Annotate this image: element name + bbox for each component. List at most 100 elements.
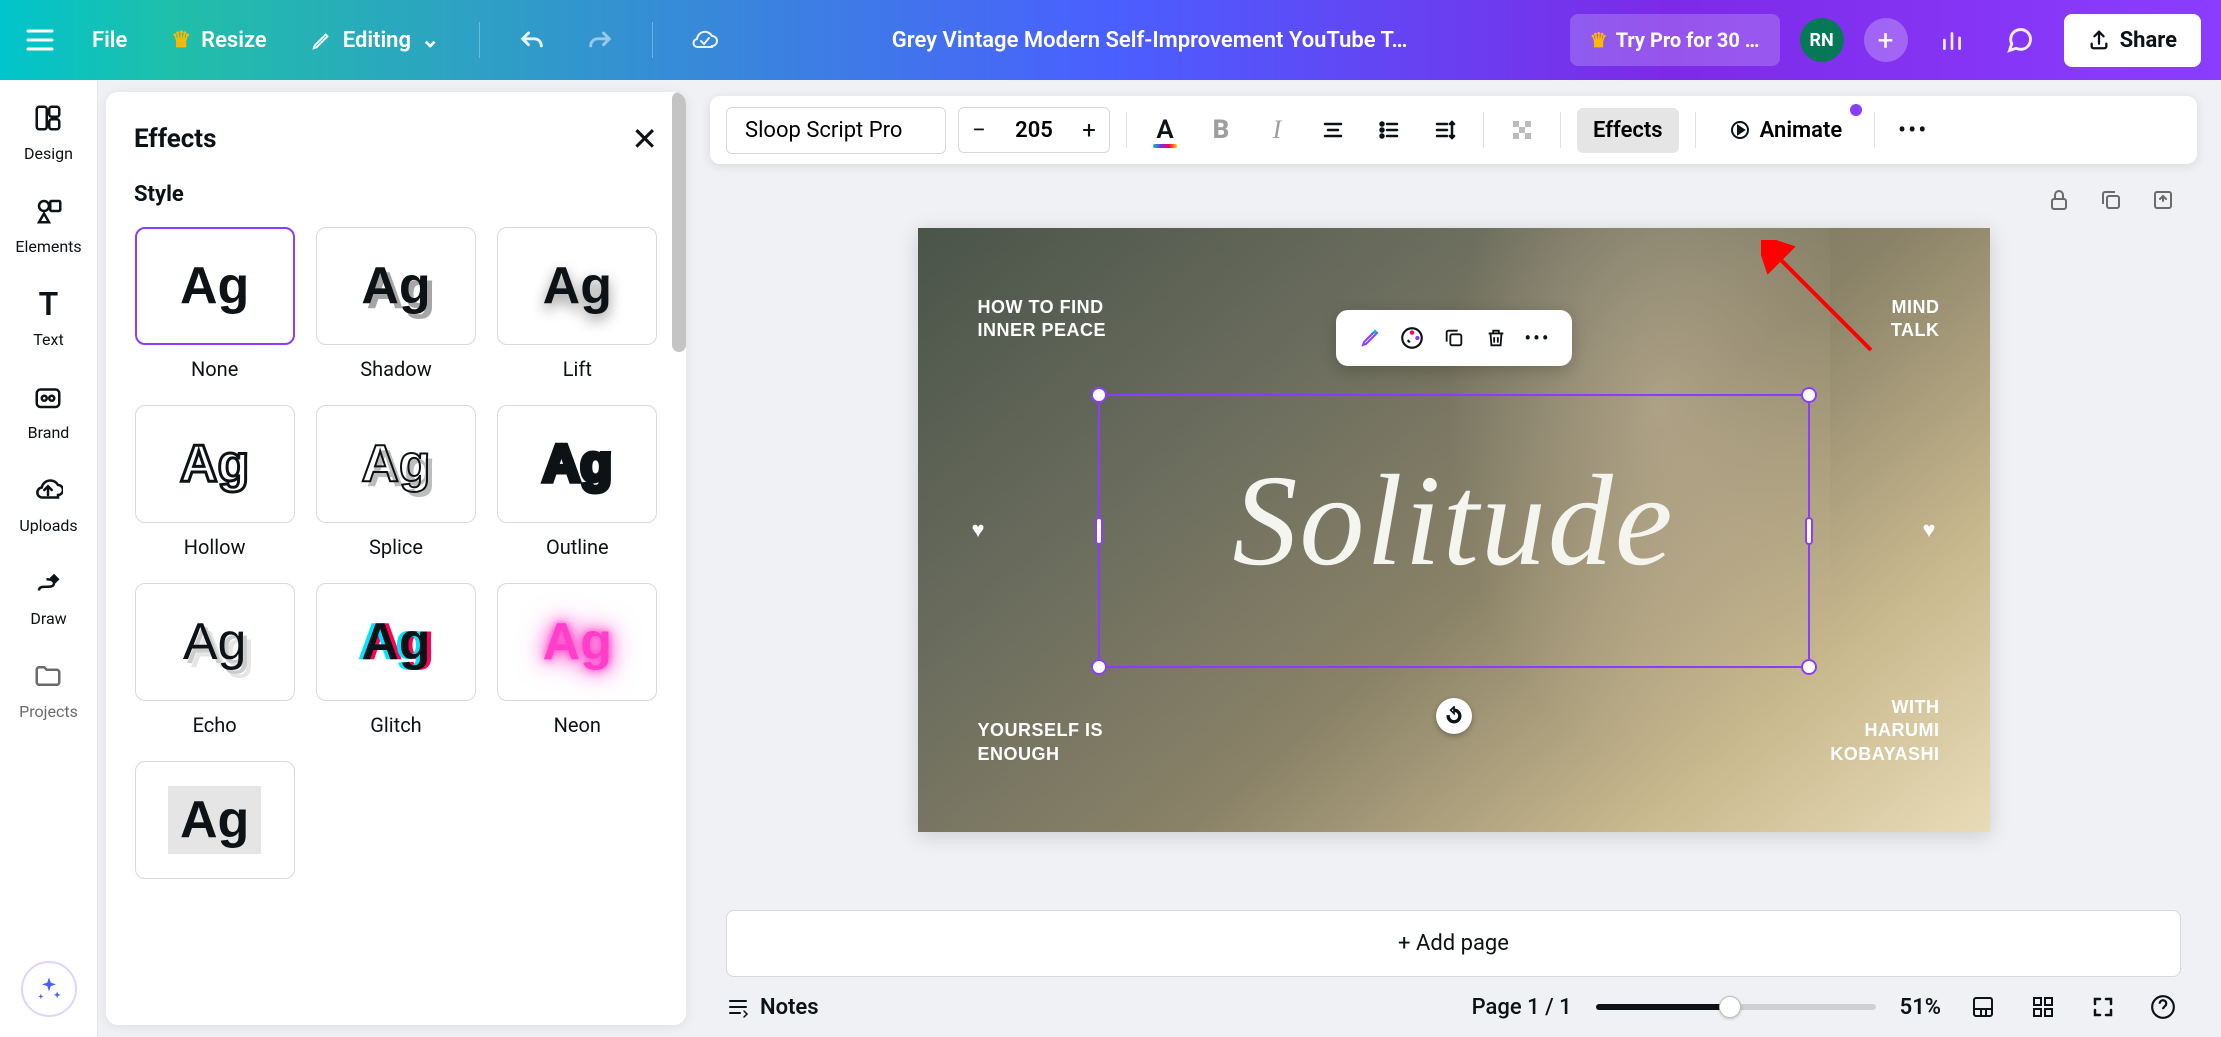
zoom-slider[interactable] [1596, 1004, 1876, 1010]
redo-button[interactable] [576, 16, 624, 64]
chevron-down-icon: ⌄ [421, 28, 439, 53]
rail-brand[interactable]: Brand [28, 379, 70, 442]
export-page-icon[interactable] [2145, 182, 2181, 218]
selection-box[interactable] [1098, 394, 1810, 668]
text-icon: T [31, 286, 67, 322]
rail-elements[interactable]: Elements [15, 193, 81, 256]
artboard[interactable]: HOW TO FIND INNER PEACE MIND TALK YOURSE… [918, 228, 1990, 832]
style-outline[interactable]: Ag Outline [497, 405, 658, 559]
rotate-handle[interactable] [1436, 698, 1472, 734]
share-button[interactable]: Share [2064, 14, 2201, 67]
file-menu[interactable]: File [80, 20, 139, 61]
resize-button[interactable]: ♛ Resize [159, 20, 278, 61]
style-echo[interactable]: Ag Echo [134, 583, 295, 737]
bottom-bar: Notes Page 1 / 1 51% [686, 977, 2221, 1037]
magic-button[interactable] [21, 961, 77, 1017]
handle-mid-right[interactable] [1805, 517, 1813, 545]
more-icon[interactable]: ••• [1520, 320, 1556, 356]
uploads-icon [30, 472, 66, 508]
panel-title: Effects [134, 124, 216, 154]
handle-top-left[interactable] [1091, 387, 1107, 403]
handle-mid-left[interactable] [1095, 517, 1103, 545]
animate-button[interactable]: Animate [1712, 108, 1859, 153]
undo-button[interactable] [508, 16, 556, 64]
list-button[interactable] [1367, 108, 1411, 152]
rail-text[interactable]: T Text [31, 286, 67, 349]
style-hollow[interactable]: Ag Hollow [134, 405, 295, 559]
text-top-left[interactable]: HOW TO FIND INNER PEACE [978, 296, 1107, 343]
text-bottom-right[interactable]: WITH HARUMI KOBAYASHI [1830, 696, 1939, 766]
canvas-area: Sloop Script Pro − 205 + A B I [686, 80, 2221, 1037]
try-pro-button[interactable]: ♛ Try Pro for 30 … [1570, 14, 1780, 66]
style-neon[interactable]: Ag Neon [497, 583, 658, 737]
design-icon [30, 100, 66, 136]
font-color-button[interactable]: A [1143, 108, 1187, 152]
style-none[interactable]: Ag None [134, 227, 295, 381]
rail-design[interactable]: Design [24, 100, 73, 163]
font-selector[interactable]: Sloop Script Pro [726, 107, 946, 154]
text-top-right[interactable]: MIND TALK [1891, 296, 1940, 343]
handle-bottom-left[interactable] [1091, 659, 1107, 675]
elements-icon [31, 193, 67, 229]
spacing-button[interactable] [1423, 108, 1467, 152]
more-options-button[interactable]: ••• [1891, 108, 1935, 152]
grid-view-icon[interactable] [1965, 989, 2001, 1025]
rail-projects[interactable]: Projects [19, 658, 78, 721]
style-lift[interactable]: Ag Lift [497, 227, 658, 381]
bold-button[interactable]: B [1199, 108, 1243, 152]
left-rail: Design Elements T Text Brand Uploads Dra… [0, 80, 98, 1037]
handle-bottom-right[interactable] [1801, 659, 1817, 675]
floating-toolbar: ••• [1336, 310, 1572, 366]
thumbnail-view-icon[interactable] [2025, 989, 2061, 1025]
italic-button[interactable]: I [1255, 108, 1299, 152]
effects-panel: Effects ✕ Style Ag None Ag Shadow Ag Lif… [106, 92, 686, 1025]
color-palette-icon[interactable] [1394, 320, 1430, 356]
page-indicator[interactable]: Page 1 / 1 [1472, 995, 1572, 1020]
text-bottom-left[interactable]: YOURSELF IS ENOUGH [978, 719, 1104, 766]
add-page-button[interactable]: + Add page [726, 910, 2181, 977]
scrollbar[interactable] [672, 92, 686, 352]
menu-icon[interactable] [20, 20, 60, 60]
font-size-value[interactable]: 205 [999, 118, 1069, 143]
increase-size-button[interactable]: + [1069, 108, 1109, 152]
style-background[interactable]: Ag [134, 761, 295, 891]
magic-edit-icon[interactable] [1352, 320, 1388, 356]
close-icon[interactable]: ✕ [631, 120, 658, 158]
zoom-percent[interactable]: 51% [1900, 995, 1941, 1020]
cloud-status-icon[interactable] [681, 16, 729, 64]
avatar[interactable]: RN [1800, 18, 1844, 62]
rail-uploads[interactable]: Uploads [19, 472, 77, 535]
editor-toolbar: Sloop Script Pro − 205 + A B I [710, 96, 2197, 164]
style-splice[interactable]: Ag Splice [315, 405, 476, 559]
help-icon[interactable] [2145, 989, 2181, 1025]
effects-button[interactable]: Effects [1577, 108, 1679, 153]
comment-icon[interactable] [1996, 16, 2044, 64]
animate-icon [1728, 118, 1752, 142]
handle-top-right[interactable] [1801, 387, 1817, 403]
trash-icon[interactable] [1478, 320, 1514, 356]
document-title[interactable]: Grey Vintage Modern Self-Improvement You… [749, 28, 1549, 53]
rail-draw[interactable]: Draw [30, 565, 66, 628]
fullscreen-icon[interactable] [2085, 989, 2121, 1025]
lock-icon[interactable] [2041, 182, 2077, 218]
style-shadow[interactable]: Ag Shadow [315, 227, 476, 381]
heart-right-icon[interactable]: ♥ [1922, 517, 1935, 543]
zoom-knob[interactable] [1719, 996, 1741, 1018]
style-glitch[interactable]: Ag Glitch [315, 583, 476, 737]
upload-icon [2088, 29, 2110, 51]
projects-icon [30, 658, 66, 694]
copy-icon[interactable] [1436, 320, 1472, 356]
decrease-size-button[interactable]: − [959, 108, 999, 152]
section-label: Style [134, 182, 658, 207]
notes-button[interactable]: Notes [726, 995, 819, 1020]
transparency-button[interactable] [1500, 108, 1544, 152]
add-member-button[interactable]: + [1864, 18, 1908, 62]
draw-icon [31, 565, 67, 601]
duplicate-page-icon[interactable] [2093, 182, 2129, 218]
align-button[interactable] [1311, 108, 1355, 152]
top-header: File ♛ Resize Editing ⌄ Grey Vintage Mod… [0, 0, 2221, 80]
insights-icon[interactable] [1928, 16, 1976, 64]
heart-left-icon[interactable]: ♥ [972, 517, 985, 543]
editing-menu[interactable]: Editing ⌄ [299, 20, 452, 61]
font-size-control: − 205 + [958, 107, 1110, 153]
